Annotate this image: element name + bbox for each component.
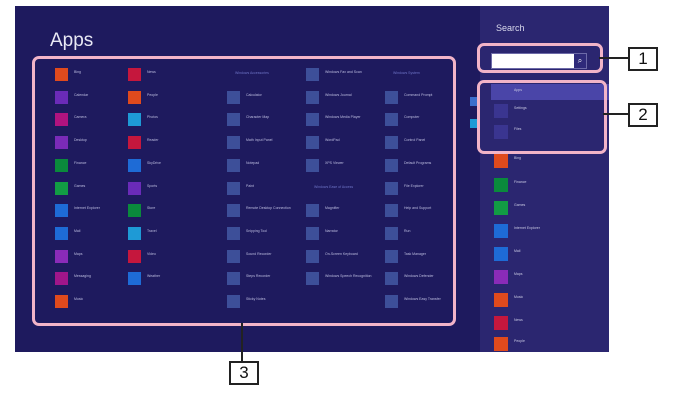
search-category-label: Music bbox=[514, 295, 524, 299]
search-category-item[interactable]: Bing bbox=[494, 152, 604, 170]
search-category-item[interactable]: Music bbox=[494, 291, 604, 309]
people-icon bbox=[494, 337, 508, 351]
search-category-item[interactable]: Internet Explorer bbox=[494, 222, 604, 240]
callout-outline-2 bbox=[477, 80, 607, 154]
search-category-item[interactable]: Games bbox=[494, 199, 604, 217]
news-icon bbox=[494, 316, 508, 330]
callout-outline-1 bbox=[477, 43, 603, 73]
games-icon bbox=[494, 201, 508, 215]
page-title: Apps bbox=[50, 30, 94, 51]
callout-number-2: 2 bbox=[628, 103, 658, 127]
ie-icon bbox=[494, 224, 508, 238]
search-category-label: Bing bbox=[514, 156, 522, 160]
callout-line-3 bbox=[241, 323, 243, 361]
search-pane-title: Search bbox=[496, 23, 525, 33]
search-category-item[interactable]: News bbox=[494, 314, 604, 332]
callout-line-1 bbox=[599, 57, 628, 59]
bing-icon bbox=[494, 154, 508, 168]
callout-number-3: 3 bbox=[229, 361, 259, 385]
search-category-label: People bbox=[514, 339, 525, 343]
mail-icon bbox=[494, 247, 508, 261]
callout-number-1: 1 bbox=[628, 47, 658, 71]
search-category-label: News bbox=[514, 318, 523, 322]
callout-line-2 bbox=[603, 113, 628, 115]
search-category-item[interactable]: Finance bbox=[494, 176, 604, 194]
music-icon bbox=[494, 293, 508, 307]
search-category-item[interactable]: People bbox=[494, 335, 604, 352]
search-category-label: Internet Explorer bbox=[514, 226, 540, 230]
maps-icon bbox=[494, 270, 508, 284]
search-category-item[interactable]: Mail bbox=[494, 245, 604, 263]
finance-icon bbox=[494, 178, 508, 192]
search-category-item[interactable]: Maps bbox=[494, 268, 604, 286]
callout-outline-3 bbox=[32, 56, 456, 326]
search-category-label: Finance bbox=[514, 180, 527, 184]
search-category-label: Maps bbox=[514, 272, 523, 276]
search-category-label: Games bbox=[514, 203, 526, 207]
search-category-label: Mail bbox=[514, 249, 521, 253]
